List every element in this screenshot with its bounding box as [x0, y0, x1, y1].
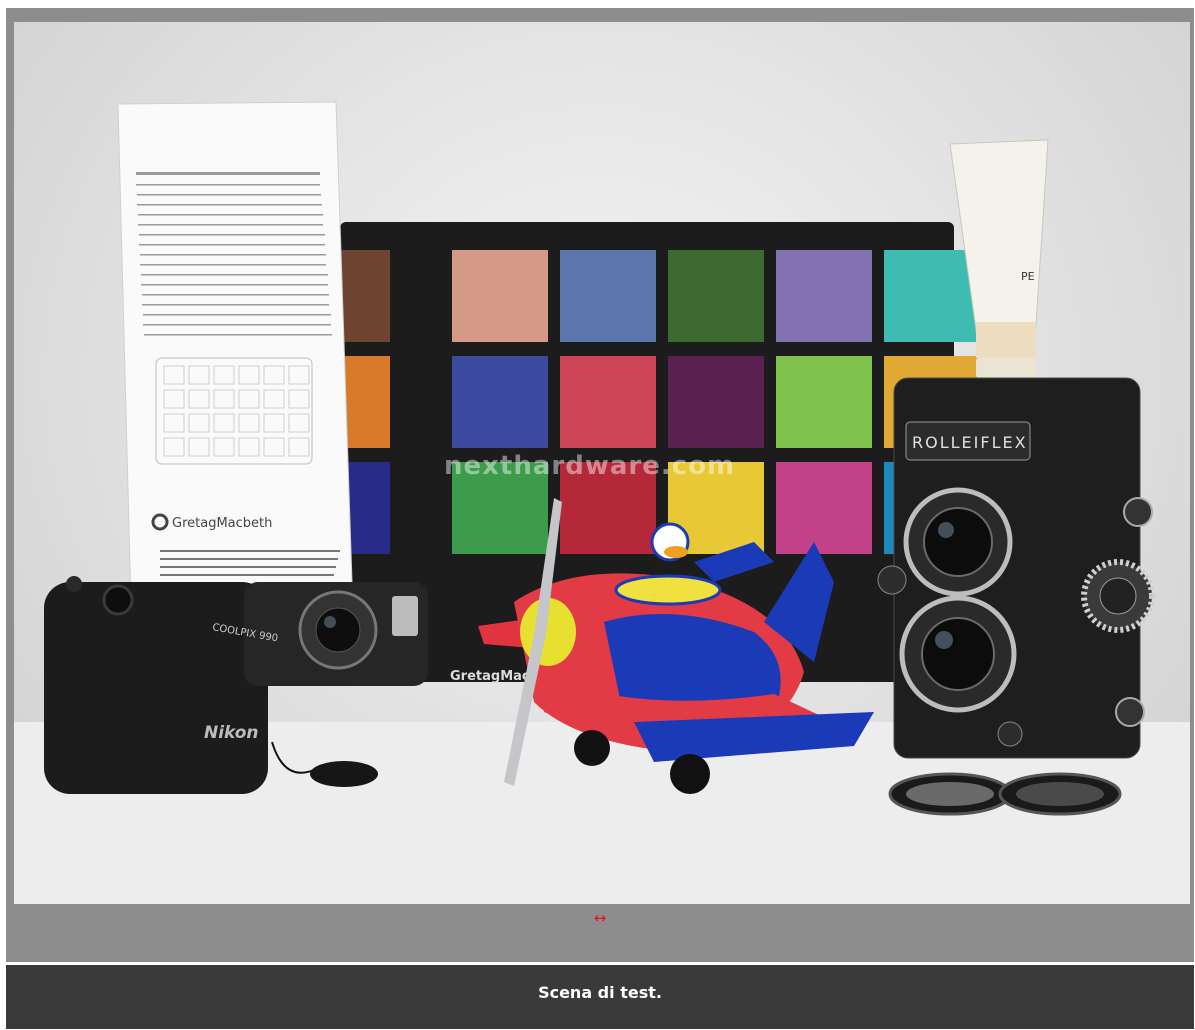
color-swatch: [776, 356, 872, 448]
rolleiflex-camera: ROLLEIFLEX: [877, 377, 1155, 759]
color-swatch: [336, 250, 390, 342]
resize-toggle-icon[interactable]: ↔: [6, 906, 1194, 930]
color-swatch: [560, 356, 656, 448]
test-scene-photo[interactable]: GretagMacbeth nexthardware.com GretagMac…: [14, 22, 1190, 904]
color-swatch: [560, 250, 656, 342]
image-viewer: GretagMacbeth nexthardware.com GretagMac…: [6, 8, 1194, 962]
image-caption: Scena di test.: [538, 983, 662, 1002]
card-brand-label: GretagMacbeth: [172, 516, 272, 531]
watermark: nexthardware.com: [444, 451, 735, 481]
color-swatch: [668, 250, 764, 342]
color-swatch: [668, 356, 764, 448]
tube-label: PE: [1021, 270, 1035, 283]
rollei-brand-label: ROLLEIFLEX: [912, 433, 1028, 452]
reference-card: GretagMacbeth: [117, 101, 355, 645]
color-swatch: [884, 250, 980, 342]
color-swatch: [776, 250, 872, 342]
nikon-brand-label: Nikon: [204, 723, 259, 743]
color-swatch: [452, 250, 548, 342]
photo-drawing: GretagMacbeth nexthardware.com GretagMac…: [14, 101, 1190, 904]
caption-bar: Scena di test.: [6, 965, 1194, 1029]
color-swatch: [776, 462, 872, 554]
color-swatch: [452, 356, 548, 448]
